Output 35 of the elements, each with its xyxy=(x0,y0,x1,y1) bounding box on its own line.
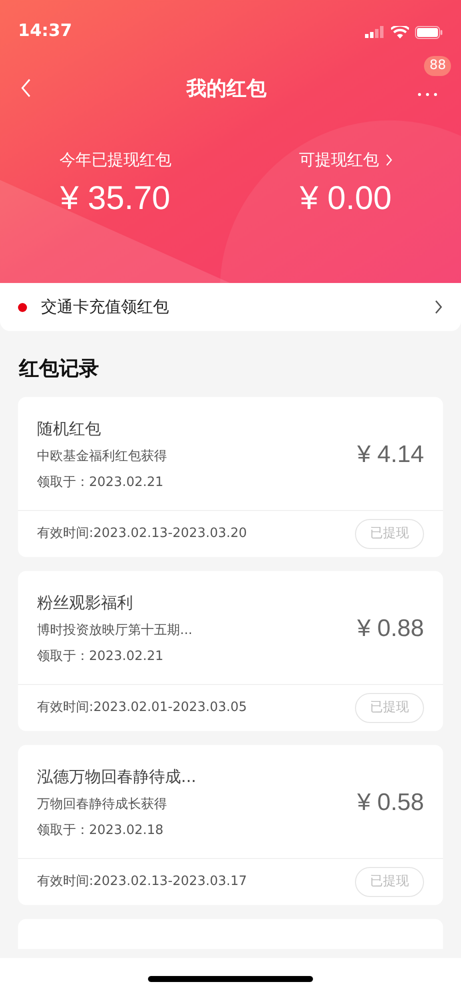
page-title: 我的红包 xyxy=(186,75,266,102)
section-title: 红包记录 xyxy=(18,355,100,382)
validity-period: 有效时间:2023.02.13-2023.03.20 xyxy=(37,525,247,544)
signal-icon xyxy=(365,26,385,38)
received-date: 领取于：2023.02.21 xyxy=(37,648,164,666)
bullet-icon xyxy=(18,302,27,312)
banner-text: 交通卡充值领红包 xyxy=(41,296,170,318)
record-title: 泓德万物回春静待成... xyxy=(37,766,198,788)
promo-banner[interactable]: 交通卡充值领红包 xyxy=(0,283,461,331)
record-source: 中欧基金福利红包获得 xyxy=(37,448,168,466)
status-time: 14:37 xyxy=(18,20,72,44)
record-amount: ¥ 0.58 xyxy=(357,788,424,818)
record-title: 随机红包 xyxy=(37,418,102,440)
received-date: 领取于：2023.02.18 xyxy=(37,822,164,840)
validity-period: 有效时间:2023.02.13-2023.03.17 xyxy=(37,873,247,892)
summary-label: 可提现红包 xyxy=(298,149,379,171)
notification-badge: 88 xyxy=(424,56,451,76)
chevron-icon xyxy=(384,154,393,166)
record-source: 万物回春静待成长获得 xyxy=(37,796,168,814)
withdrawn-button[interactable]: 已提现 xyxy=(355,867,424,897)
summary-amount: ¥ 0.00 xyxy=(300,178,392,218)
withdrawn-button[interactable]: 已提现 xyxy=(355,693,424,723)
summary-label: 今年已提现红包 xyxy=(59,149,172,171)
battery-icon xyxy=(415,26,443,38)
summary-amount: ¥ 35.70 xyxy=(60,178,170,218)
wifi-icon xyxy=(391,26,409,38)
back-icon xyxy=(20,77,32,99)
record-amount: ¥ 0.88 xyxy=(357,614,424,644)
withdrawn-button[interactable]: 已提现 xyxy=(355,519,424,549)
record-title: 粉丝观影福利 xyxy=(37,592,134,614)
validity-period: 有效时间:2023.02.01-2023.03.05 xyxy=(37,699,247,718)
chevron-icon xyxy=(434,300,443,314)
record-amount: ¥ 4.14 xyxy=(357,440,424,470)
received-date: 领取于：2023.02.21 xyxy=(37,474,164,492)
record-source: 博时投资放映厅第十五期... xyxy=(37,622,194,640)
